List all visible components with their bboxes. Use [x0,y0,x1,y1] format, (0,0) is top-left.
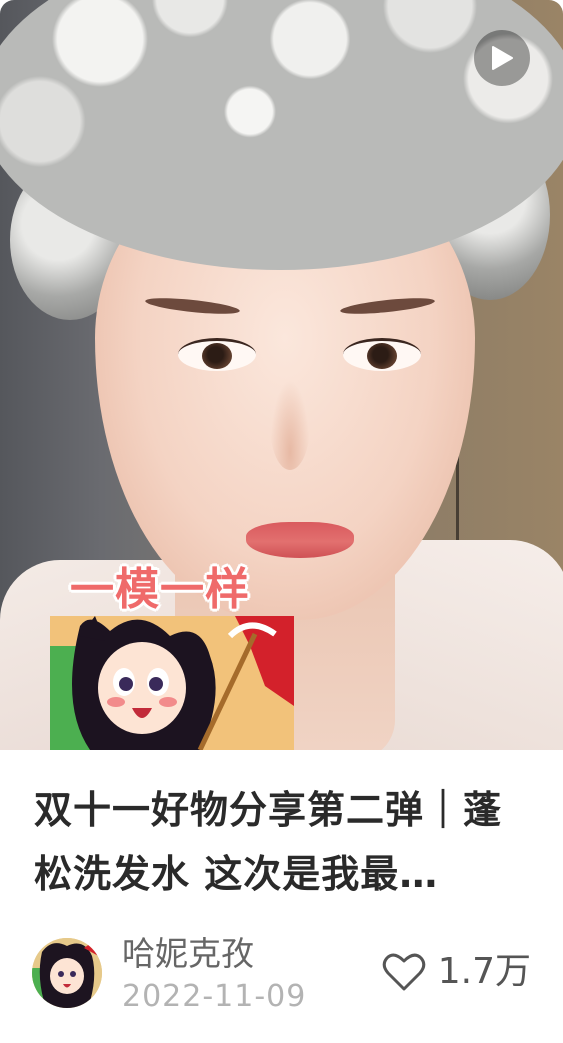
post-card[interactable]: 一模一样 双十一好物分享第二弹｜蓬松洗发水 这次是我最… 哈妮克孜 2022-1… [0,0,563,1043]
lips [246,522,354,558]
like-count: 1.7万 [437,951,531,992]
like-button[interactable]: 1.7万 [382,950,531,994]
eye-right [343,338,421,371]
eye-left [178,338,256,371]
sticker-caption: 一模一样 [70,564,250,615]
post-title[interactable]: 双十一好物分享第二弹｜蓬松洗发水 这次是我最… [34,778,534,906]
play-icon[interactable] [474,30,530,86]
play-triangle-icon [492,46,513,70]
post-date: 2022-11-09 [122,979,307,1014]
author-name[interactable]: 哈妮克孜 [122,934,254,974]
cover-image[interactable]: 一模一样 [0,0,563,750]
nose [270,380,310,470]
heart-icon[interactable] [382,952,426,992]
cartoon-sticker [50,616,294,750]
avatar[interactable] [32,938,102,1008]
